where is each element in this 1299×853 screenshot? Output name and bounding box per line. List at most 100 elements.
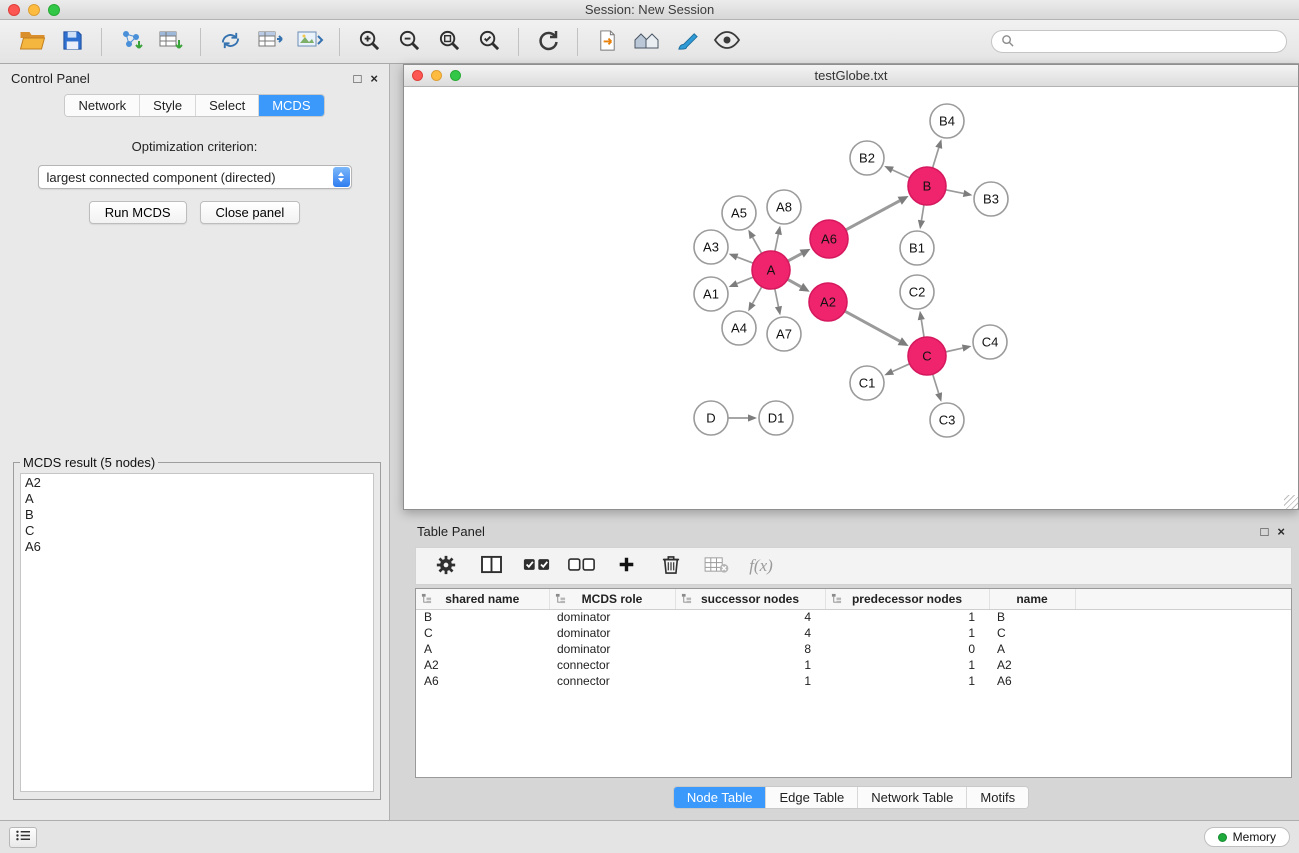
column-header-successor-nodes[interactable]: successor nodes — [675, 589, 825, 609]
save-session-button[interactable] — [52, 25, 92, 59]
float-panel-icon[interactable]: □ — [354, 72, 362, 85]
mcds-result-item[interactable]: A — [25, 491, 369, 507]
network-node-A7[interactable]: A7 — [767, 317, 801, 351]
tab-network[interactable]: Network — [65, 95, 139, 116]
network-node-C3[interactable]: C3 — [930, 403, 964, 437]
export-document-button[interactable] — [587, 25, 627, 59]
memory-button[interactable]: Memory — [1204, 827, 1290, 847]
network-node-C[interactable]: C — [908, 337, 946, 375]
resize-handle[interactable] — [1284, 495, 1298, 509]
add-column-button[interactable] — [612, 552, 640, 580]
zoom-window-button[interactable] — [48, 4, 60, 16]
network-node-A1[interactable]: A1 — [694, 277, 728, 311]
column-header-predecessor-nodes[interactable]: predecessor nodes — [825, 589, 989, 609]
network-edge-B-B4[interactable] — [933, 139, 943, 168]
table-row[interactable]: Adominator80A — [416, 641, 1291, 657]
delete-column-button[interactable] — [657, 552, 685, 580]
table-row[interactable]: A2connector11A2 — [416, 657, 1291, 673]
network-window-titlebar[interactable]: testGlobe.txt — [404, 65, 1298, 87]
zoom-fit-button[interactable] — [429, 25, 469, 59]
network-node-C4[interactable]: C4 — [973, 325, 1007, 359]
search-input[interactable] — [1019, 35, 1277, 49]
criterion-dropdown[interactable]: largest connected component (directed) — [38, 165, 352, 189]
network-edge-A-A7[interactable] — [775, 289, 782, 316]
network-edge-B-B2[interactable] — [884, 166, 910, 178]
tab-motifs[interactable]: Motifs — [966, 787, 1028, 808]
network-edge-C-C3[interactable] — [933, 374, 942, 402]
network-canvas[interactable]: B4 B2 B B3 A5 A8 A6 B1 A3 A C2 A1 A2 A4 A7 C4 C C1 C3 D D1 — [404, 87, 1298, 509]
network-zoom-button[interactable] — [450, 70, 461, 81]
network-edge-B-B1[interactable] — [918, 205, 925, 229]
network-node-B3[interactable]: B3 — [974, 182, 1008, 216]
open-session-button[interactable] — [12, 25, 52, 59]
network-node-A6[interactable]: A6 — [810, 220, 848, 258]
hide-panels-button[interactable] — [627, 25, 667, 59]
network-node-B2[interactable]: B2 — [850, 141, 884, 175]
function-builder-button[interactable]: f(x) — [747, 552, 775, 580]
network-node-B4[interactable]: B4 — [930, 104, 964, 138]
mcds-result-item[interactable]: A6 — [25, 539, 369, 555]
task-history-button[interactable] — [9, 827, 37, 848]
tab-network-table[interactable]: Network Table — [857, 787, 966, 808]
network-node-D[interactable]: D — [694, 401, 728, 435]
style-brush-button[interactable] — [667, 25, 707, 59]
column-header-mcds-role[interactable]: MCDS role — [549, 589, 675, 609]
table-settings-button[interactable] — [432, 552, 460, 580]
select-all-rows-button[interactable] — [522, 552, 550, 580]
network-edge-A2-C[interactable] — [845, 311, 909, 346]
show-hide-button[interactable] — [707, 25, 747, 59]
tab-edge-table[interactable]: Edge Table — [765, 787, 857, 808]
network-node-A5[interactable]: A5 — [722, 196, 756, 230]
deselect-all-rows-button[interactable] — [567, 552, 595, 580]
network-node-C1[interactable]: C1 — [850, 366, 884, 400]
network-edge-C-C2[interactable] — [918, 311, 925, 337]
close-panel-icon[interactable]: × — [370, 72, 378, 85]
column-header-shared-name[interactable]: shared name — [416, 589, 549, 609]
table-row[interactable]: Bdominator41B — [416, 609, 1291, 625]
network-edge-A-A4[interactable] — [748, 287, 762, 312]
export-table-button[interactable] — [250, 25, 290, 59]
network-edge-A-A8[interactable] — [775, 226, 782, 252]
network-node-A3[interactable]: A3 — [694, 230, 728, 264]
zoom-in-button[interactable] — [349, 25, 389, 59]
mcds-result-item[interactable]: B — [25, 507, 369, 523]
network-edge-A-A6[interactable] — [788, 249, 811, 261]
minimize-window-button[interactable] — [28, 4, 40, 16]
network-node-A8[interactable]: A8 — [767, 190, 801, 224]
apply-layout-button[interactable] — [528, 25, 568, 59]
network-close-button[interactable] — [412, 70, 423, 81]
zoom-selected-button[interactable] — [469, 25, 509, 59]
network-edge-B-B3[interactable] — [946, 190, 973, 197]
network-edge-C-C4[interactable] — [946, 345, 972, 352]
network-node-B1[interactable]: B1 — [900, 231, 934, 265]
new-network-button[interactable] — [210, 25, 250, 59]
tab-node-table[interactable]: Node Table — [674, 787, 766, 808]
show-column-button[interactable] — [477, 552, 505, 580]
close-window-button[interactable] — [8, 4, 20, 16]
network-edge-A-A3[interactable] — [729, 254, 754, 264]
network-edge-C-C1[interactable] — [884, 364, 909, 375]
tab-mcds[interactable]: MCDS — [258, 95, 323, 116]
table-row[interactable]: A6connector11A6 — [416, 673, 1291, 689]
network-node-A2[interactable]: A2 — [809, 283, 847, 321]
close-table-panel-icon[interactable]: × — [1277, 525, 1285, 538]
network-node-B[interactable]: B — [908, 167, 946, 205]
network-edge-A-A1[interactable] — [729, 277, 754, 287]
network-node-D1[interactable]: D1 — [759, 401, 793, 435]
tab-style[interactable]: Style — [139, 95, 195, 116]
import-table-from-file-button[interactable] — [151, 25, 191, 59]
network-minimize-button[interactable] — [431, 70, 442, 81]
network-edge-A-A5[interactable] — [748, 230, 761, 254]
column-header-name[interactable]: name — [989, 589, 1075, 609]
network-node-A4[interactable]: A4 — [722, 311, 756, 345]
network-edge-A6-B[interactable] — [846, 196, 909, 230]
network-node-C2[interactable]: C2 — [900, 275, 934, 309]
float-table-panel-icon[interactable]: □ — [1261, 525, 1269, 538]
table-row[interactable]: Cdominator41C — [416, 625, 1291, 641]
network-node-A[interactable]: A — [752, 251, 790, 289]
delete-table-button[interactable] — [702, 552, 730, 580]
zoom-out-button[interactable] — [389, 25, 429, 59]
network-edge-D-D1[interactable] — [728, 414, 757, 421]
mcds-result-item[interactable]: C — [25, 523, 369, 539]
tab-select[interactable]: Select — [195, 95, 258, 116]
